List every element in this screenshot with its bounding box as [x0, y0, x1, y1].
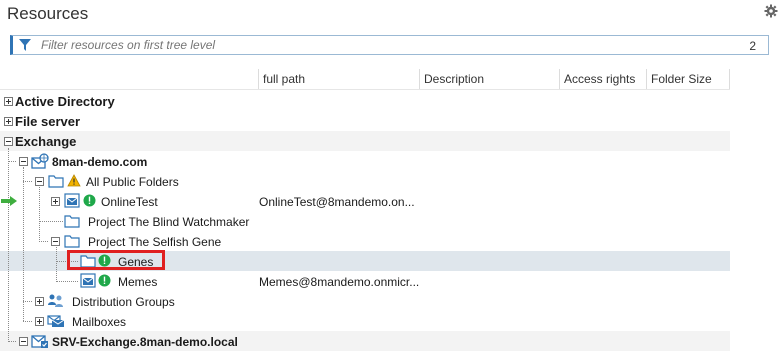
- mailboxes-icon: [47, 315, 65, 327]
- full-path-cell: OnlineTest@8mandemo.on...: [259, 195, 415, 209]
- tree-item-memes[interactable]: Memes: [118, 272, 157, 292]
- status-ok-icon: [98, 274, 111, 287]
- tree-item-file-server[interactable]: File server: [15, 112, 80, 132]
- tree-item-mailboxes[interactable]: Mailboxes: [72, 312, 126, 332]
- tree-item-all-public-folders[interactable]: All Public Folders: [86, 172, 179, 192]
- row-background: [0, 131, 730, 151]
- collapse-toggle[interactable]: [35, 177, 44, 186]
- expand-toggle[interactable]: [51, 197, 60, 206]
- tree-connector: [56, 281, 78, 282]
- tree-item-srv-exchange[interactable]: SRV-Exchange.8man-demo.local: [52, 332, 238, 352]
- exchange-domain-icon: [31, 153, 49, 169]
- column-header-folder-size[interactable]: Folder Size: [647, 69, 730, 89]
- tree-item-domain[interactable]: 8man-demo.com: [52, 152, 147, 172]
- filter-bar[interactable]: 2: [10, 35, 769, 55]
- tree-connector: [8, 341, 16, 342]
- tree-item-active-directory[interactable]: Active Directory: [15, 92, 115, 112]
- exchange-server-icon: [31, 335, 48, 348]
- mail-folder-icon: [64, 193, 80, 208]
- column-header-full-path[interactable]: full path: [259, 69, 420, 89]
- tree-connector: [39, 187, 40, 242]
- gear-icon[interactable]: [764, 4, 778, 18]
- tree-connector: [23, 167, 24, 321]
- status-ok-icon: [83, 194, 96, 207]
- filter-count: 2: [749, 39, 756, 53]
- collapse-toggle[interactable]: [4, 137, 13, 146]
- tree-connector: [8, 161, 16, 162]
- filter-input[interactable]: [41, 37, 721, 53]
- folder-icon: [48, 175, 64, 188]
- filter-icon: [19, 39, 31, 51]
- tree-connector: [23, 181, 32, 182]
- column-header-access-rights[interactable]: Access rights: [560, 69, 647, 89]
- group-icon: [48, 294, 63, 307]
- panel-title: Resources: [7, 4, 89, 23]
- folder-icon: [64, 215, 80, 228]
- tree-connector: [39, 241, 48, 242]
- tree-connector: [23, 301, 32, 302]
- folder-icon: [64, 235, 80, 248]
- full-path-cell: Memes@8mandemo.onmicr...: [259, 275, 420, 289]
- tree-item-selfish-gene[interactable]: Project The Selfish Gene: [88, 232, 221, 252]
- expand-toggle[interactable]: [4, 97, 13, 106]
- column-header-name[interactable]: [0, 69, 259, 89]
- tree-item-blind-watchmaker[interactable]: Project The Blind Watchmaker: [88, 212, 249, 232]
- tree-item-online-test[interactable]: OnlineTest: [101, 192, 158, 212]
- highlight-box: [67, 250, 165, 270]
- collapse-toggle[interactable]: [19, 337, 28, 346]
- current-position-arrow-icon: [1, 196, 17, 206]
- column-header-description[interactable]: Description: [420, 69, 560, 89]
- tree-connector: [23, 321, 32, 322]
- tree-connector: [56, 247, 57, 282]
- expand-toggle[interactable]: [4, 117, 13, 126]
- warning-icon: [67, 174, 81, 187]
- tree-item-distribution-groups[interactable]: Distribution Groups: [72, 292, 175, 312]
- header-divider: [0, 89, 730, 90]
- collapse-toggle[interactable]: [51, 237, 60, 246]
- tree-connector: [8, 148, 9, 340]
- expand-toggle[interactable]: [35, 297, 44, 306]
- expand-toggle[interactable]: [35, 317, 44, 326]
- mail-folder-icon: [80, 273, 96, 288]
- tree-item-exchange[interactable]: Exchange: [15, 132, 76, 152]
- collapse-toggle[interactable]: [19, 157, 28, 166]
- tree-connector: [39, 221, 63, 222]
